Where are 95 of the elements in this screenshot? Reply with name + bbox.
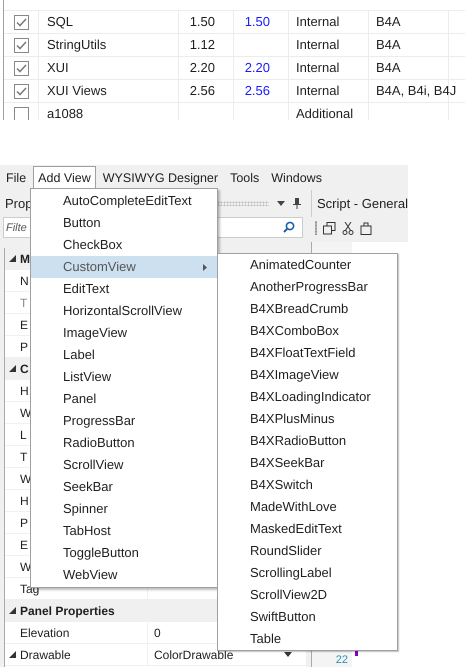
menu-item[interactable]: Button — [31, 212, 217, 234]
menu-item[interactable]: B4XFloatTextField — [218, 342, 397, 364]
menu-item[interactable]: CustomView — [31, 256, 217, 278]
library-name: XUI Views — [47, 82, 107, 100]
menu-item[interactable]: Add View — [33, 166, 96, 190]
collapse-icon[interactable] — [8, 651, 16, 658]
library-type: Internal — [296, 36, 340, 54]
online-version-text: 1.50 — [244, 13, 270, 32]
menu-item[interactable]: ScrollingLabel — [218, 562, 397, 584]
property-name: H — [20, 382, 29, 400]
menu-item[interactable]: AnotherProgressBar — [218, 276, 397, 298]
library-name: XUI — [47, 59, 69, 78]
menu-item[interactable]: CheckBox — [31, 234, 217, 256]
collapse-icon[interactable] — [8, 255, 16, 262]
pin-icon[interactable] — [292, 198, 301, 209]
menu-item[interactable]: B4XBreadCrumb — [218, 298, 397, 320]
checkbox[interactable] — [14, 106, 28, 120]
menu-item[interactable]: B4XComboBox — [218, 320, 397, 342]
version-text: 1.50 — [190, 13, 215, 32]
version-text: 1.12 — [190, 36, 215, 54]
menu-item[interactable]: AutoCompleteEditText — [31, 190, 217, 212]
property-name: Elevation — [20, 624, 70, 642]
online-version-text: 2.56 — [244, 82, 270, 100]
menu-item[interactable]: Spinner — [31, 498, 217, 520]
platforms-text: B4A — [376, 59, 401, 78]
checkbox[interactable] — [14, 38, 28, 52]
property-name: E — [20, 316, 28, 334]
grip-handle[interactable] — [314, 221, 317, 235]
property-name: T — [20, 448, 28, 466]
menu-item[interactable]: Tools — [225, 166, 264, 190]
group-header: C — [19, 360, 29, 378]
menu-item[interactable]: B4XPlusMinus — [218, 408, 397, 430]
menu-item[interactable]: ScrollView — [31, 454, 217, 476]
library-type: Internal — [296, 82, 340, 100]
checkbox[interactable] — [14, 84, 28, 98]
platforms-text: B4A — [376, 13, 401, 32]
collapse-icon[interactable] — [8, 365, 16, 372]
menu-item[interactable]: EditText — [31, 278, 217, 300]
online-version-text: 2.20 — [244, 59, 270, 78]
menu-item[interactable]: B4XSwitch — [218, 474, 397, 496]
dropdown-icon[interactable] — [276, 201, 285, 206]
cut-icon[interactable] — [342, 222, 354, 234]
menu-item[interactable]: TabHost — [31, 520, 217, 542]
menu-item[interactable]: AnimatedCounter — [218, 254, 397, 276]
group-header: Panel Properties — [19, 602, 115, 620]
library-type: Internal — [296, 13, 340, 32]
group-header: M — [19, 250, 30, 268]
property-name: E — [20, 536, 28, 554]
menu-item[interactable]: SwiftButton — [218, 606, 397, 628]
property-name: P — [20, 514, 28, 532]
menu-item[interactable]: WYSIWYG Designer — [98, 166, 224, 190]
checkbox[interactable] — [14, 60, 28, 76]
menu-item[interactable]: File — [1, 166, 32, 190]
search-icon[interactable] — [282, 221, 295, 233]
menu-item[interactable]: B4XRadioButton — [218, 430, 397, 452]
menu-item[interactable]: MadeWithLove — [218, 496, 397, 518]
collapse-icon[interactable] — [8, 607, 16, 614]
menu-item[interactable]: B4XLoadingIndicator — [218, 386, 397, 408]
library-type: Internal — [296, 59, 340, 78]
property-name: T — [20, 294, 28, 312]
menu-item[interactable]: RadioButton — [31, 432, 217, 454]
menu-item[interactable]: ProgressBar — [31, 410, 217, 432]
menu-item[interactable]: ImageView — [31, 322, 217, 344]
menu-item[interactable]: ToggleButton — [31, 542, 217, 564]
menu-item[interactable]: MaskedEditText — [218, 518, 397, 540]
copy-icon[interactable] — [322, 222, 336, 234]
library-name: a1088 — [47, 105, 84, 120]
line-number: 22 — [336, 655, 348, 666]
menu-item[interactable]: WebView — [31, 564, 217, 586]
library-name: StringUtils — [47, 36, 106, 54]
menu-item[interactable]: ScrollView2D — [218, 584, 397, 606]
menu-item[interactable]: B4XSeekBar — [218, 452, 397, 474]
property-name: Drawable — [20, 646, 71, 664]
menu-item[interactable]: ListView — [31, 366, 217, 388]
checkbox[interactable] — [14, 14, 28, 30]
library-name: SQL — [47, 13, 74, 32]
property-value: 0 — [154, 624, 161, 642]
platforms-text: B4A, B4i, B4J — [376, 82, 456, 100]
menu-item[interactable]: Panel — [31, 388, 217, 410]
menu-item[interactable]: HorizontalScrollView — [31, 300, 217, 322]
menu-item[interactable]: B4XImageView — [218, 364, 397, 386]
version-text: 2.56 — [190, 82, 215, 100]
menu-item[interactable]: RoundSlider — [218, 540, 397, 562]
property-name: L — [20, 426, 27, 444]
property-name: P — [20, 338, 28, 356]
menu-item[interactable]: SeekBar — [31, 476, 217, 498]
menu-item[interactable]: Windows — [266, 166, 327, 190]
property-name: H — [20, 492, 29, 510]
menu-item[interactable]: Label — [31, 344, 217, 366]
platforms-text: B4A — [376, 36, 401, 54]
library-type: Additional — [296, 105, 354, 120]
paste-icon[interactable] — [360, 222, 372, 234]
panel-title: Script - General — [316, 194, 408, 213]
version-text: 2.20 — [190, 59, 215, 78]
property-name: N — [20, 272, 29, 290]
